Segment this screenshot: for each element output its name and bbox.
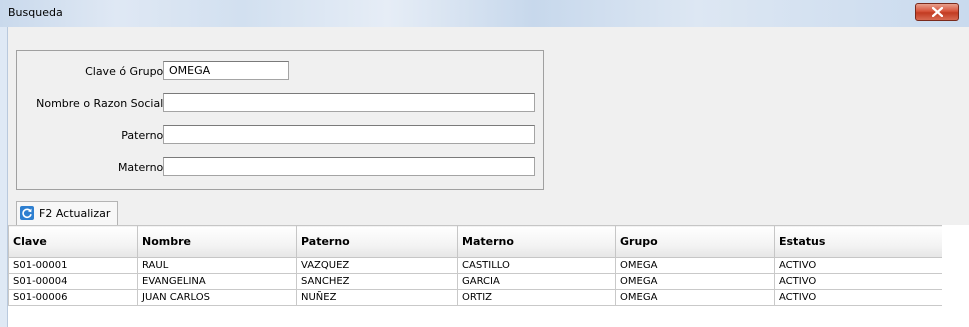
nombre-input[interactable] bbox=[163, 93, 535, 112]
materno-input[interactable] bbox=[163, 157, 535, 176]
cell-grupo: OMEGA bbox=[615, 273, 775, 290]
column-header-nombre[interactable]: Nombre bbox=[137, 225, 297, 258]
refresh-label: F2 Actualizar bbox=[39, 207, 111, 220]
cell-paterno: NUÑEZ bbox=[296, 289, 458, 306]
paterno-input[interactable] bbox=[163, 125, 535, 144]
refresh-button[interactable]: F2 Actualizar bbox=[16, 201, 118, 225]
cell-grupo: OMEGA bbox=[615, 289, 775, 306]
cell-clave: S01-00004 bbox=[8, 273, 138, 290]
paterno-label: Paterno: bbox=[121, 129, 167, 142]
table-row[interactable]: S01-00001 RAUL VAZQUEZ CASTILLO OMEGA AC… bbox=[8, 257, 943, 274]
cell-paterno: VAZQUEZ bbox=[296, 257, 458, 274]
results-table: Clave Nombre Paterno Materno Grupo Estat… bbox=[8, 225, 943, 306]
nombre-label: Nombre o Razon Social: bbox=[36, 97, 167, 110]
window-title: Busqueda bbox=[8, 6, 63, 19]
table-row[interactable]: S01-00006 JUAN CARLOS NUÑEZ ORTIZ OMEGA … bbox=[8, 289, 943, 306]
cell-paterno: SANCHEZ bbox=[296, 273, 458, 290]
search-criteria-group: Clave ó Grupo: Nombre o Razon Social: Pa… bbox=[16, 50, 544, 190]
cell-nombre: JUAN CARLOS bbox=[137, 289, 297, 306]
column-header-grupo[interactable]: Grupo bbox=[615, 225, 775, 258]
clave-label: Clave ó Grupo: bbox=[85, 65, 167, 78]
cell-clave: S01-00006 bbox=[8, 289, 138, 306]
cell-clave: S01-00001 bbox=[8, 257, 138, 274]
close-icon bbox=[932, 7, 943, 17]
table-row[interactable]: S01-00004 EVANGELINA SANCHEZ GARCIA OMEG… bbox=[8, 273, 943, 290]
results-grid: Clave Nombre Paterno Materno Grupo Estat… bbox=[8, 225, 943, 327]
close-button[interactable] bbox=[915, 3, 959, 21]
cell-materno: GARCIA bbox=[457, 273, 616, 290]
refresh-icon bbox=[20, 206, 34, 220]
cell-estatus: ACTIVO bbox=[774, 289, 943, 306]
cell-estatus: ACTIVO bbox=[774, 273, 943, 290]
cell-materno: CASTILLO bbox=[457, 257, 616, 274]
window-left-border bbox=[0, 27, 8, 327]
cell-nombre: EVANGELINA bbox=[137, 273, 297, 290]
cell-nombre: RAUL bbox=[137, 257, 297, 274]
title-bar[interactable]: Busqueda bbox=[0, 0, 969, 28]
column-header-materno[interactable]: Materno bbox=[457, 225, 616, 258]
column-header-paterno[interactable]: Paterno bbox=[296, 225, 458, 258]
materno-label: Materno: bbox=[117, 161, 167, 174]
column-header-clave[interactable]: Clave bbox=[8, 225, 138, 258]
header-row: Clave Nombre Paterno Materno Grupo Estat… bbox=[8, 225, 943, 258]
column-header-estatus[interactable]: Estatus bbox=[774, 225, 943, 258]
search-window: Busqueda Clave ó Grupo: Nombre o Razon S… bbox=[0, 0, 969, 327]
cell-estatus: ACTIVO bbox=[774, 257, 943, 274]
clave-input[interactable] bbox=[163, 61, 289, 80]
cell-materno: ORTIZ bbox=[457, 289, 616, 306]
grid-right-area bbox=[942, 225, 969, 327]
cell-grupo: OMEGA bbox=[615, 257, 775, 274]
